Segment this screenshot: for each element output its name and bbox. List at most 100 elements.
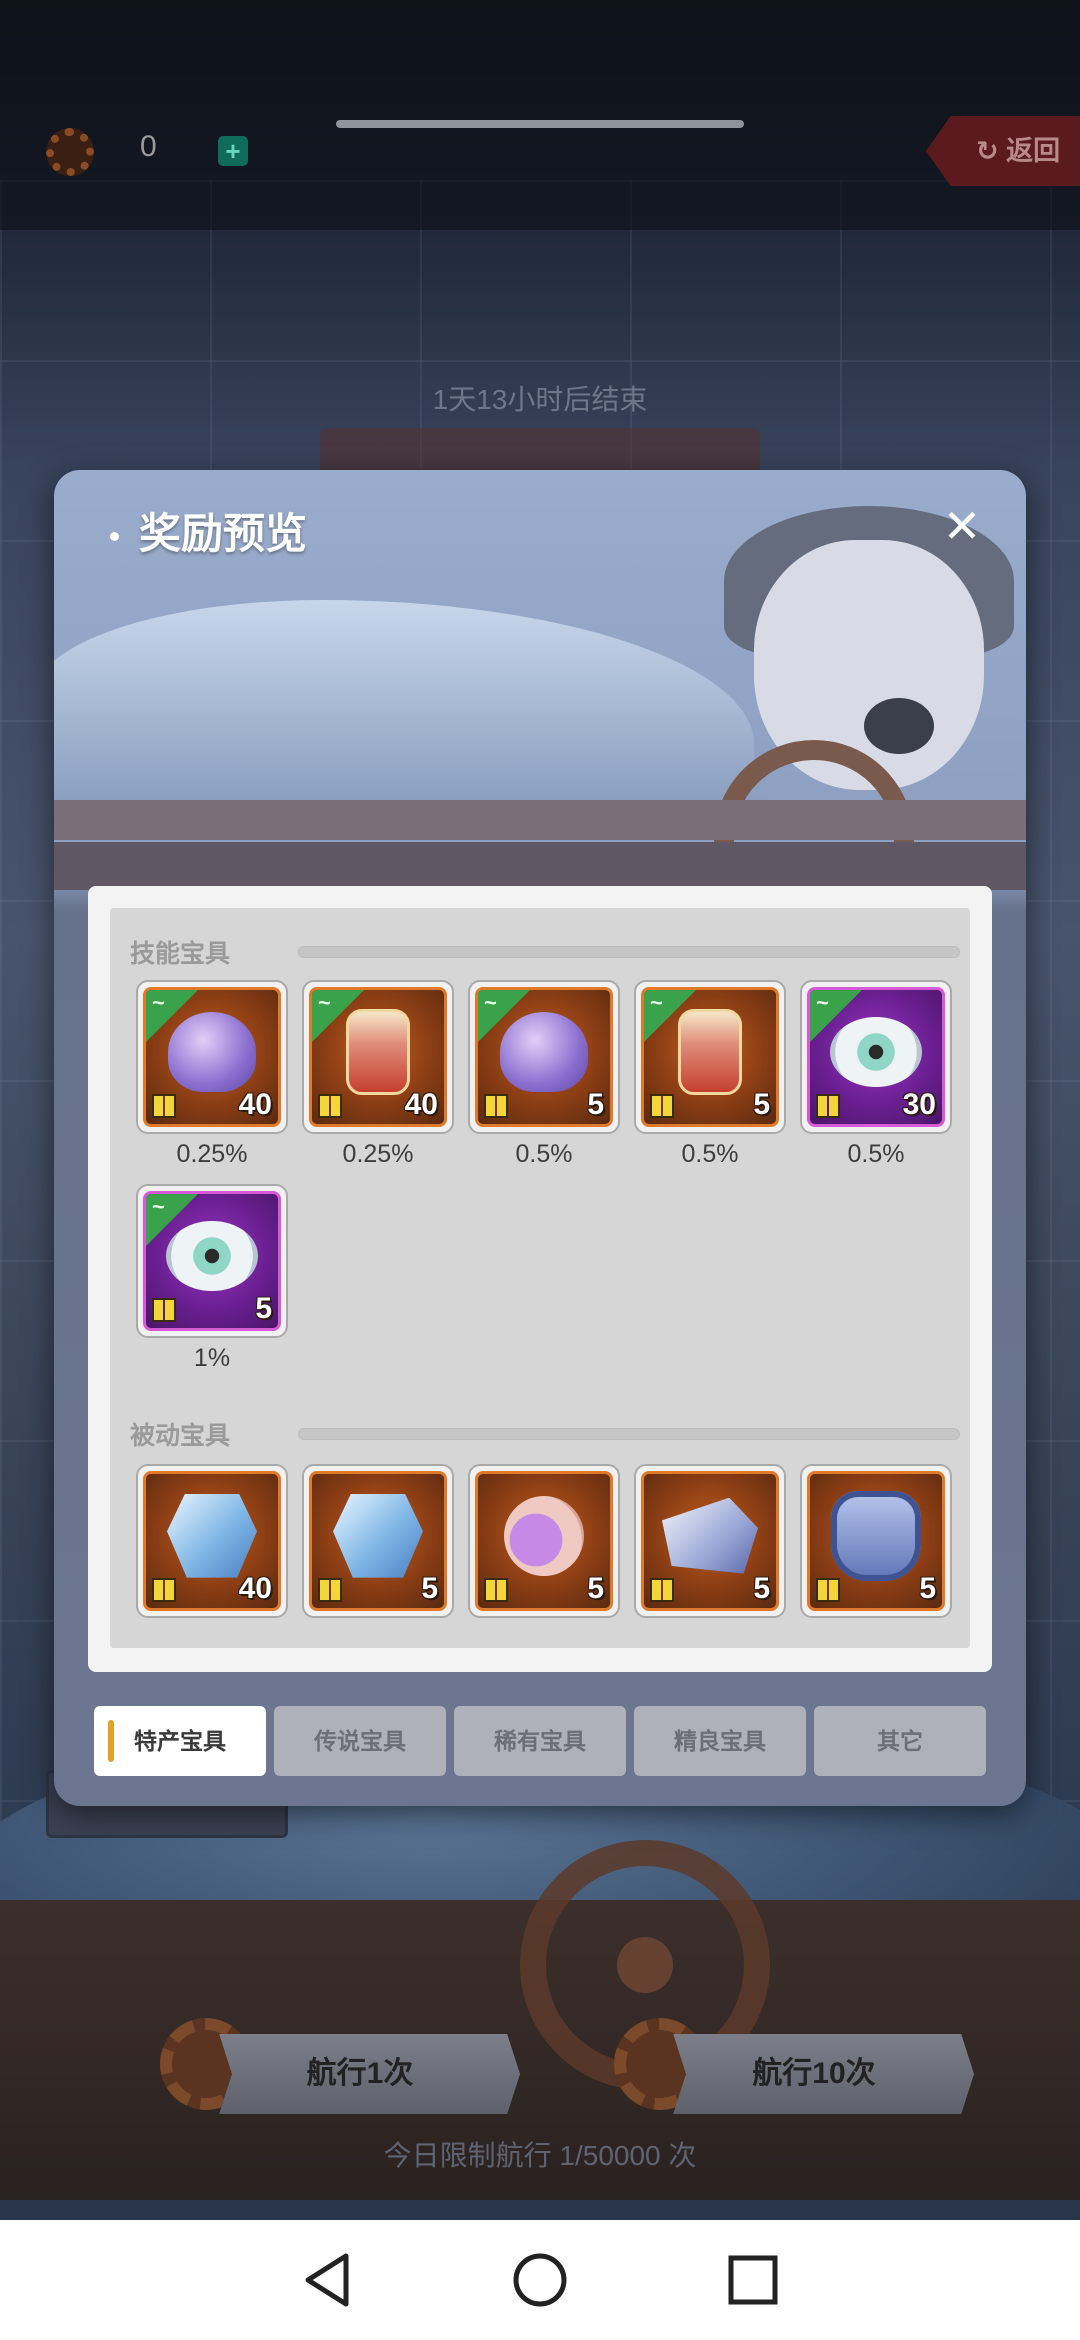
title-bullet — [110, 532, 119, 542]
top-bar: 0 + ↻ 返回 — [0, 0, 1080, 230]
drop-chance: 0.5% — [681, 1140, 739, 1168]
item-quantity: 5 — [587, 1088, 604, 1121]
nav-recents-button[interactable] — [723, 2250, 783, 2310]
passive-item-slot[interactable]: 40 — [136, 1464, 288, 1618]
fragment-icon — [650, 1094, 674, 1118]
item-quantity: 30 — [902, 1088, 936, 1121]
skill-item-slot[interactable]: 5 — [634, 980, 786, 1134]
potion-chain-icon — [504, 1495, 584, 1576]
section-divider — [298, 1428, 960, 1440]
square-recents-icon — [728, 2255, 778, 2305]
sail-ten-label: 航行10次 — [752, 2057, 876, 2090]
item-quantity: 5 — [753, 1572, 770, 1605]
back-button[interactable]: ↻ 返回 — [926, 116, 1080, 186]
item-frame: 40 — [309, 987, 447, 1127]
reward-list[interactable]: 技能宝具 40 0.25% 40 0.25% 5 0.5% 5 0.5% 30 0.5% 5 1% 被… — [110, 908, 970, 1648]
circle-home-icon — [513, 2253, 567, 2307]
nav-home-button[interactable] — [510, 2250, 570, 2310]
close-icon[interactable]: ✕ — [940, 503, 984, 549]
item-quantity: 5 — [919, 1572, 936, 1605]
ship-rail-lower — [54, 842, 1026, 890]
fragment-icon — [318, 1094, 342, 1118]
item-quantity: 40 — [238, 1572, 272, 1605]
item-frame: 5 — [309, 1471, 447, 1611]
item-quantity: 40 — [238, 1088, 272, 1121]
item-frame: 40 — [143, 1471, 281, 1611]
fragment-icon — [152, 1578, 176, 1602]
item-quantity: 40 — [404, 1088, 438, 1121]
passive-item-slot[interactable]: 5 — [634, 1464, 786, 1618]
skill-item-slot[interactable]: 5 — [136, 1184, 288, 1338]
item-frame: 5 — [475, 987, 613, 1127]
item-frame: 5 — [641, 1471, 779, 1611]
item-quantity: 5 — [753, 1088, 770, 1121]
eye-patch-icon — [864, 698, 934, 754]
drop-chance: 0.5% — [847, 1140, 905, 1168]
skill-section-header: 技能宝具 — [130, 934, 960, 970]
tab-0[interactable]: 特产宝具 — [94, 1706, 266, 1776]
reward-preview-dialog: 奖励预览 ✕ 技能宝具 40 0.25% 40 0.25% 5 0.5% 5 0.5% 30 0.… — [54, 470, 1026, 1806]
section-divider — [298, 946, 960, 958]
passive-section-label: 被动宝具 — [130, 1422, 231, 1450]
item-quantity: 5 — [255, 1292, 272, 1325]
item-quantity: 5 — [587, 1572, 604, 1605]
winged-eye-icon — [830, 1016, 922, 1087]
tab-3[interactable]: 精良宝具 — [634, 1706, 806, 1776]
triangle-back-icon — [305, 2253, 349, 2307]
passive-item-slot[interactable]: 5 — [302, 1464, 454, 1618]
purple-flower-icon — [500, 1011, 588, 1092]
daily-limit-text: 今日限制航行 1/50000 次 — [383, 2140, 697, 2171]
fragment-icon — [152, 1094, 176, 1118]
reward-panel: 技能宝具 40 0.25% 40 0.25% 5 0.5% 5 0.5% 30 0.5% 5 1% 被… — [88, 886, 992, 1672]
passive-section-header: 被动宝具 — [130, 1416, 960, 1452]
nav-back-button[interactable] — [297, 2250, 357, 2310]
purple-flower-icon — [168, 1011, 256, 1092]
screen: 0 + ↻ 返回 1天13小时后结束 奖励预览 ✕ 技能宝具 40 0.25% 40… — [0, 0, 1080, 2340]
fragment-icon — [816, 1578, 840, 1602]
fragment-icon — [152, 1298, 176, 1322]
item-frame: 5 — [641, 987, 779, 1127]
back-label: 返回 — [1006, 136, 1061, 166]
sail-ten-button[interactable]: 航行10次 — [673, 2034, 974, 2114]
winged-eye-icon — [166, 1220, 258, 1291]
tab-2[interactable]: 稀有宝具 — [454, 1706, 626, 1776]
drop-chance: 0.25% — [342, 1140, 414, 1168]
back-icon: ↻ — [976, 136, 1007, 166]
currency-count: 0 — [140, 130, 157, 163]
event-timer: 1天13小时后结束 — [432, 384, 648, 415]
item-frame: 40 — [143, 987, 281, 1127]
tab-1[interactable]: 传说宝具 — [274, 1706, 446, 1776]
passive-item-slot[interactable]: 5 — [468, 1464, 620, 1618]
crystal-icon — [167, 1493, 257, 1578]
dialog-title: 奖励预览 — [110, 500, 307, 561]
rarity-tabs: 特产宝具 传说宝具 稀有宝具 精良宝具 其它 — [94, 1706, 986, 1778]
navigation-bar — [0, 2220, 1080, 2340]
sail-once-label: 航行1次 — [306, 2057, 414, 2090]
add-currency-button[interactable]: + — [218, 136, 248, 166]
skill-section-label: 技能宝具 — [130, 940, 231, 968]
fragment-icon — [318, 1578, 342, 1602]
sail-once-button[interactable]: 航行1次 — [219, 2034, 520, 2114]
skill-item-slot[interactable]: 30 — [800, 980, 952, 1134]
item-frame: 30 — [807, 987, 945, 1127]
lantern-icon — [678, 1008, 742, 1095]
drag-handle[interactable] — [336, 120, 744, 128]
fragment-icon — [650, 1578, 674, 1602]
item-frame: 5 — [807, 1471, 945, 1611]
skill-item-slot[interactable]: 40 — [136, 980, 288, 1134]
tab-4[interactable]: 其它 — [814, 1706, 986, 1776]
fragment-icon — [484, 1578, 508, 1602]
ship-wheel-currency-icon — [46, 128, 94, 176]
passive-item-slot[interactable]: 5 — [800, 1464, 952, 1618]
drop-chance: 0.25% — [176, 1140, 248, 1168]
lantern-icon — [346, 1008, 410, 1095]
ship-cannon-icon — [662, 1497, 758, 1574]
skill-item-slot[interactable]: 5 — [468, 980, 620, 1134]
skill-item-slot[interactable]: 40 — [302, 980, 454, 1134]
drop-chance: 0.5% — [515, 1140, 573, 1168]
ship-rail — [54, 800, 1026, 840]
item-frame: 5 — [143, 1191, 281, 1331]
dialog-title-text: 奖励预览 — [139, 510, 308, 557]
armor-icon — [831, 1490, 921, 1581]
item-quantity: 5 — [421, 1572, 438, 1605]
